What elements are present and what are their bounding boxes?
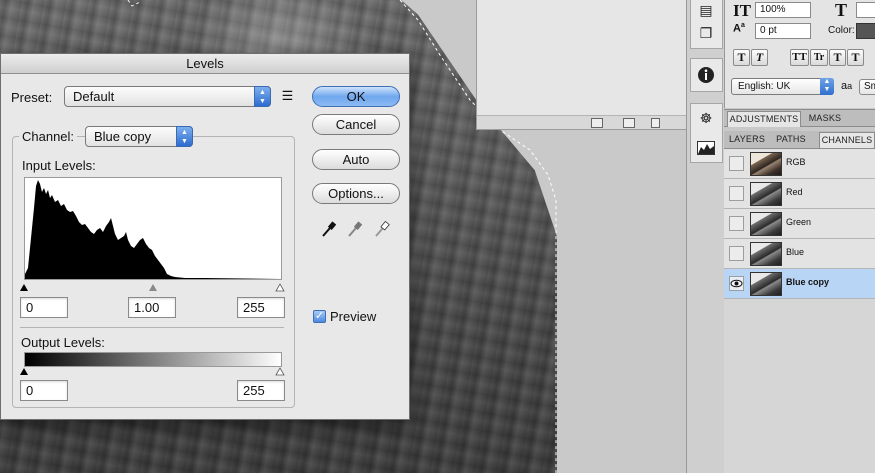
color-label: Color: [828,25,855,36]
output-levels-label: Output Levels: [21,335,105,350]
tab-masks[interactable]: MASKS [806,111,844,127]
channel-thumbnail [750,242,782,266]
preview-label: Preview [330,309,377,324]
histogram-graph [25,180,281,279]
character-panel: IT 100% T Aa 0 pt Color: T T TT Tr T T E… [724,0,875,108]
horizontal-scale-icon: T [835,0,848,20]
channel-thumbnail [750,272,782,296]
channel-name: Blue [786,247,805,257]
document-status-bar [477,115,686,129]
channel-name: Red [786,187,803,197]
trash-icon[interactable] [651,118,660,128]
clone-source-icon[interactable]: ❐ [695,23,717,43]
channel-name: Blue copy [786,277,830,287]
channel-row-blue[interactable]: Blue [724,239,875,269]
preset-options-icon[interactable]: ☰ [278,88,297,105]
channel-value: Blue copy [94,129,152,144]
white-eyedropper-icon[interactable] [374,220,390,241]
panel-icon-strip: ▤ ❐ ☸ [686,0,724,473]
faux-bold-button[interactable]: T [733,49,750,66]
input-gamma-field[interactable]: 1.00 [128,297,176,318]
all-caps-button[interactable]: TT [790,49,809,66]
visibility-toggle[interactable] [729,216,744,231]
input-black-field[interactable]: 0 [20,297,68,318]
layers-tabbar: LAYERS PATHS CHANNELS [724,131,875,149]
faux-italic-button[interactable]: T [751,49,768,66]
channel-thumbnail [750,182,782,206]
channel-row-blue-copy[interactable]: Blue copy [724,269,875,299]
visibility-toggle[interactable] [729,246,744,261]
vertical-scale-icon: IT [733,1,751,20]
channels-list: RGB Red Green Blue Blue copy [724,149,875,473]
output-black-field[interactable]: 0 [20,380,68,401]
cancel-button[interactable]: Cancel [312,114,400,135]
dialog-title: Levels [1,54,409,74]
text-color-swatch[interactable] [856,23,875,39]
notes-icon[interactable]: ▤ [695,0,717,20]
chevron-updown-icon: ▲ ▼ [176,126,193,147]
channel-select[interactable]: Blue copy ▲ ▼ [85,126,193,147]
channel-row-green[interactable]: Green [724,209,875,239]
vertical-scale-field[interactable]: 100% [755,2,811,18]
tab-adjustments[interactable]: ADJUSTMENTS [727,111,801,127]
camera-icon[interactable] [623,118,635,128]
visibility-toggle[interactable] [729,156,744,171]
input-white-handle [275,283,285,292]
channel-thumbnail [750,152,782,176]
output-black-handle [20,368,28,375]
histogram-icon[interactable] [695,138,717,158]
chevron-updown-icon: ▲ ▼ [254,86,271,107]
tab-layers[interactable]: LAYERS [727,132,767,148]
channel-row-rgb[interactable]: RGB [724,149,875,179]
input-black-handle [20,284,28,291]
baseline-shift-field[interactable]: 0 pt [755,23,811,39]
layout-icon[interactable] [591,118,603,128]
visibility-toggle[interactable] [729,186,744,201]
language-value: English: UK [738,81,791,92]
output-white-field[interactable]: 255 [237,380,285,401]
tab-paths[interactable]: PATHS [772,132,810,148]
black-eyedropper-icon[interactable] [321,220,337,241]
document-window [476,0,686,130]
info-icon[interactable] [695,65,717,85]
channel-label: Channel: [19,129,78,144]
superscript-button[interactable]: T [829,49,846,66]
input-gamma-handle [149,284,157,291]
navigator-icon[interactable]: ☸ [695,108,717,128]
channel-name: Green [786,217,812,227]
preview-checkbox[interactable]: ✓ [313,310,326,323]
histogram-display [24,177,282,280]
small-caps-button[interactable]: Tr [810,49,828,66]
preset-label: Preset: [11,90,53,105]
gray-eyedropper-icon[interactable] [347,220,363,241]
preset-value: Default [73,89,115,104]
output-levels-slider[interactable] [18,365,288,377]
channel-row-red[interactable]: Red [724,179,875,209]
channel-name: RGB [786,157,806,167]
baseline-shift-icon: Aa [733,22,745,35]
ok-button[interactable]: OK [312,86,400,107]
tab-channels[interactable]: CHANNELS [819,132,875,148]
output-white-handle [275,367,285,376]
input-levels-slider[interactable] [18,281,288,293]
language-select[interactable]: English: UK ▲ ▼ [731,78,834,95]
auto-button[interactable]: Auto [312,149,400,170]
eye-icon[interactable] [729,276,744,291]
channel-thumbnail [750,212,782,236]
subscript-button[interactable]: T [847,49,864,66]
input-white-field[interactable]: 255 [237,297,285,318]
anti-alias-select[interactable]: Sm [859,79,875,95]
chevron-updown-icon: ▲ ▼ [820,78,834,95]
input-levels-label: Input Levels: [22,158,96,173]
divider [20,327,284,328]
options-button[interactable]: Options... [312,183,400,204]
anti-alias-icon: aa [841,80,853,92]
horizontal-scale-field[interactable] [856,2,875,18]
adjustments-tabbar: ADJUSTMENTS MASKS [724,109,875,127]
preset-select[interactable]: Default ▲ ▼ [64,86,271,107]
